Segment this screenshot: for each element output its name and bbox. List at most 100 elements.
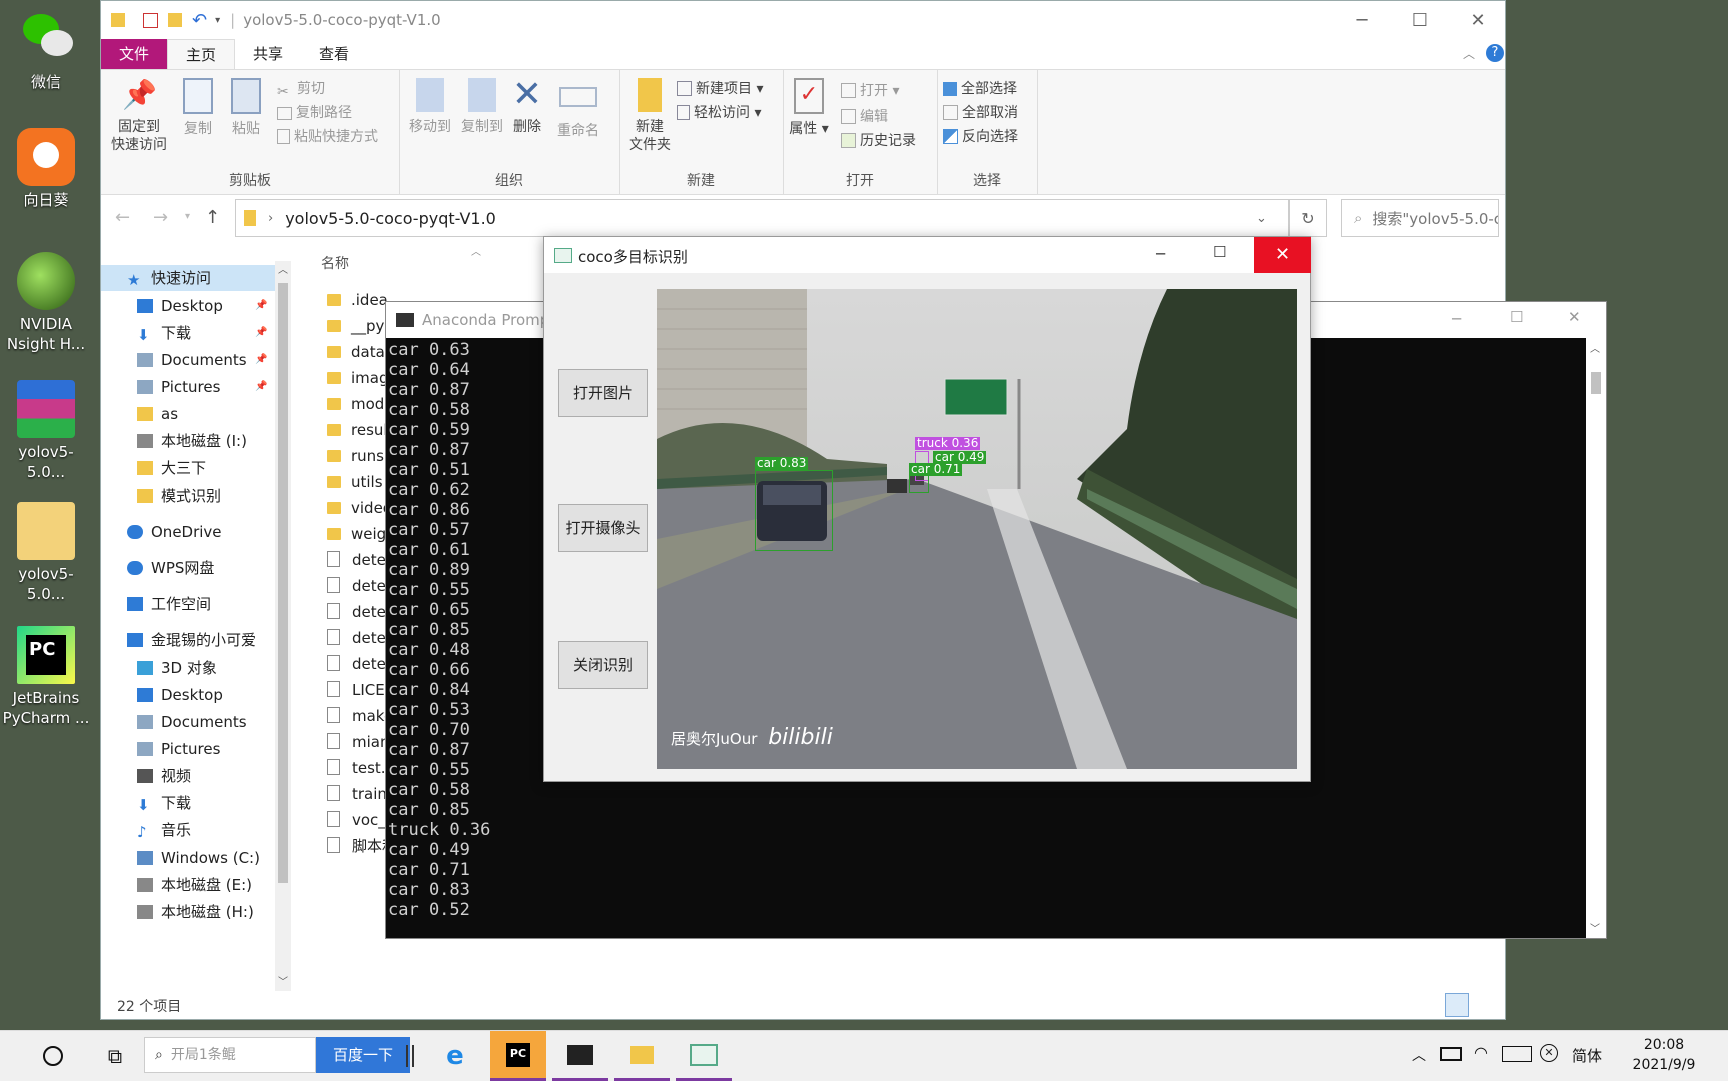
scroll-thumb[interactable]: [278, 283, 288, 883]
taskbar-ie[interactable]: e: [430, 1031, 480, 1081]
nav-item[interactable]: WPS网盘: [127, 555, 214, 581]
coco-maximize-button[interactable]: ☐: [1213, 243, 1226, 261]
delete-button[interactable]: ✕ 删除: [507, 77, 547, 136]
large-icons-view-button[interactable]: [1473, 993, 1495, 1015]
ime-mode[interactable]: 简体: [1572, 1045, 1602, 1066]
rename-button[interactable]: 重命名: [551, 78, 605, 140]
nav-item[interactable]: 3D 对象: [137, 655, 217, 681]
paste-button[interactable]: 粘贴: [219, 78, 273, 138]
coco-close-button[interactable]: ✕: [1254, 237, 1311, 273]
file-list-item[interactable]: mode: [327, 392, 394, 416]
collapse-ribbon-icon[interactable]: ︿: [1463, 45, 1475, 62]
scroll-thumb[interactable]: [1591, 372, 1601, 394]
desktop-shortcut-wechat[interactable]: 微信: [0, 10, 92, 92]
taskbar-explorer[interactable]: [614, 1031, 670, 1081]
ime-status-icon[interactable]: ✕: [1540, 1044, 1558, 1062]
nav-item[interactable]: as: [137, 401, 178, 427]
easy-access-button[interactable]: 轻松访问 ▾: [677, 102, 761, 124]
battery-icon[interactable]: [1440, 1047, 1462, 1061]
nav-item[interactable]: Documents 📌: [137, 347, 267, 373]
task-view-button[interactable]: ⧉: [98, 1031, 132, 1081]
nav-item[interactable]: 大三下: [137, 455, 206, 481]
desktop-shortcut-pycharm[interactable]: PC JetBrains PyCharm ...: [0, 626, 92, 728]
nav-item[interactable]: Pictures: [137, 736, 220, 762]
taskbar-coco-app[interactable]: [676, 1031, 732, 1081]
customize-quick-access-icon[interactable]: ▾: [215, 15, 220, 26]
properties-quick-icon[interactable]: [143, 12, 158, 28]
file-list-item[interactable]: runs: [327, 444, 384, 468]
close-detection-button[interactable]: 关闭识别: [558, 641, 648, 689]
paste-shortcut-button[interactable]: 粘贴快捷方式: [277, 126, 378, 148]
nav-item[interactable]: Documents: [137, 709, 247, 735]
file-list-item[interactable]: dete: [327, 626, 386, 650]
new-folder-quick-icon[interactable]: [168, 13, 182, 27]
select-none-button[interactable]: 全部取消: [943, 102, 1018, 124]
desktop-shortcut-yolov5-archive[interactable]: yolov5-5.0...: [0, 380, 92, 482]
file-list-item[interactable]: .idea: [327, 288, 388, 312]
tab-home[interactable]: 主页: [167, 39, 236, 69]
open-button[interactable]: 打开 ▾: [841, 80, 899, 102]
nav-item[interactable]: 本地磁盘 (H:): [137, 899, 254, 925]
scroll-up-icon[interactable]: ︿: [278, 261, 288, 276]
copy-path-button[interactable]: 复制路径: [277, 102, 352, 124]
address-dropdown-icon[interactable]: ⌄: [1256, 211, 1267, 226]
taskbar-pycharm[interactable]: PC: [490, 1031, 546, 1081]
nav-item[interactable]: Desktop: [137, 682, 223, 708]
file-list-item[interactable]: make: [327, 704, 393, 728]
copy-button[interactable]: 复制: [171, 78, 225, 138]
move-to-button[interactable]: 移动到: [403, 78, 457, 136]
quick-access-folder-icon[interactable]: [111, 13, 125, 27]
tab-share[interactable]: 共享: [235, 39, 301, 69]
address-bar[interactable]: › yolov5-5.0-coco-pyqt-V1.0 ⌄: [235, 199, 1289, 237]
minimize-button[interactable]: ─: [1333, 1, 1391, 39]
console-scrollbar[interactable]: ︿ ﹀: [1586, 338, 1606, 938]
refresh-button[interactable]: ↻: [1289, 199, 1327, 237]
pin-icon[interactable]: 📌: [255, 347, 267, 373]
nav-item[interactable]: ♪ 音乐: [137, 817, 191, 843]
column-header-name[interactable]: 名称: [321, 253, 349, 273]
nav-item[interactable]: Desktop 📌: [137, 293, 267, 319]
nav-item[interactable]: OneDrive: [127, 519, 222, 545]
file-list-item[interactable]: resul: [327, 418, 388, 442]
search-field[interactable]: ⌕ 搜索"yolov5-5.0-coco-py...: [1341, 199, 1499, 237]
nav-item[interactable]: 本地磁盘 (I:): [137, 428, 247, 454]
scroll-down-icon[interactable]: ﹀: [1590, 920, 1600, 935]
nav-item[interactable]: ⬇ 下载: [137, 790, 191, 816]
back-button[interactable]: ←: [115, 207, 130, 228]
desktop-shortcut-sunflower[interactable]: 向日葵: [0, 128, 92, 210]
cut-button[interactable]: ✂ 剪切: [277, 78, 325, 100]
nav-item[interactable]: ★ 快速访问: [127, 265, 211, 291]
new-item-button[interactable]: 新建项目 ▾: [677, 78, 763, 100]
file-list-item[interactable]: voc_l: [327, 808, 390, 832]
nav-scrollbar[interactable]: ︿ ﹀: [275, 261, 291, 991]
console-maximize-button[interactable]: ☐: [1510, 308, 1523, 326]
taskbar-console[interactable]: [552, 1031, 608, 1081]
forward-button[interactable]: →: [153, 207, 168, 228]
baidu-search-button[interactable]: 百度一下: [316, 1037, 410, 1073]
keyboard-icon[interactable]: [1502, 1046, 1532, 1062]
nav-item[interactable]: 工作空间: [127, 591, 211, 617]
nav-item[interactable]: 模式识别: [137, 483, 221, 509]
pin-quick-access-button[interactable]: 📌 固定到 快速访问: [107, 78, 171, 154]
select-all-button[interactable]: 全部选择: [943, 78, 1017, 100]
console-minimize-button[interactable]: ─: [1452, 310, 1461, 328]
details-view-button[interactable]: [1445, 993, 1469, 1017]
open-image-button[interactable]: 打开图片: [558, 369, 648, 417]
scroll-down-icon[interactable]: ﹀: [278, 973, 288, 988]
recent-locations-icon[interactable]: ▾: [185, 211, 190, 222]
desktop-shortcut-nvidia[interactable]: NVIDIA Nsight H...: [0, 252, 92, 354]
open-camera-button[interactable]: 打开摄像头: [558, 504, 648, 552]
file-list-item[interactable]: dete: [327, 548, 386, 572]
up-button[interactable]: ↑: [205, 207, 220, 228]
nav-item[interactable]: Windows (C:): [137, 845, 260, 871]
file-list-item[interactable]: data: [327, 340, 385, 364]
nav-item[interactable]: ⬇ 下载 📌: [137, 320, 267, 346]
copy-to-button[interactable]: 复制到: [455, 78, 509, 136]
new-folder-button[interactable]: 新建 文件夹: [623, 78, 677, 154]
pin-icon[interactable]: 📌: [255, 374, 267, 400]
help-icon[interactable]: ?: [1486, 44, 1504, 62]
file-list-item[interactable]: imag: [327, 366, 389, 390]
file-list-item[interactable]: train.: [327, 782, 392, 806]
undo-icon[interactable]: ↶: [192, 10, 207, 31]
nav-item[interactable]: 本地磁盘 (E:): [137, 872, 252, 898]
